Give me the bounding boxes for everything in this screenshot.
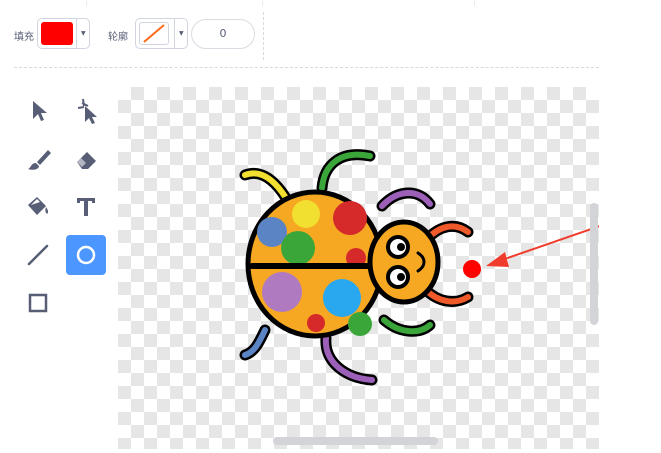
circle-tool-button[interactable] bbox=[66, 235, 106, 275]
eraser-tool-button[interactable] bbox=[66, 139, 106, 179]
arrow-icon bbox=[486, 252, 509, 267]
text-icon bbox=[77, 198, 95, 216]
eraser-icon bbox=[77, 152, 96, 169]
no-color-icon bbox=[143, 24, 165, 43]
outline-color-picker[interactable]: ▼ bbox=[135, 18, 188, 49]
rectangle-icon bbox=[28, 293, 48, 313]
reshape-icon bbox=[77, 98, 97, 124]
fill-color-picker[interactable]: ▼ bbox=[37, 18, 90, 49]
select-arrow-icon bbox=[33, 101, 47, 121]
reshape-tool-button[interactable] bbox=[66, 90, 106, 130]
toolbar-tick bbox=[262, 0, 263, 6]
ladybug-sprite bbox=[239, 149, 601, 386]
brush-icon bbox=[28, 150, 51, 170]
fill-bucket-icon bbox=[28, 197, 49, 215]
brush-tool-button[interactable] bbox=[18, 139, 58, 179]
chevron-down-icon[interactable]: ▼ bbox=[81, 30, 86, 37]
drawing-canvas[interactable] bbox=[118, 87, 601, 449]
select-tool-button[interactable] bbox=[18, 90, 58, 130]
outline-width-input[interactable]: 0 bbox=[191, 19, 255, 49]
drawn-red-dot bbox=[463, 260, 481, 278]
vertical-scrollbar[interactable] bbox=[590, 203, 598, 325]
chevron-down-icon[interactable]: ▼ bbox=[179, 30, 184, 37]
toolbar-tick bbox=[474, 0, 475, 6]
paint-toolbar: 填充 ▼ 轮廓 ▼ 0 bbox=[0, 0, 661, 68]
text-tool-button[interactable] bbox=[66, 187, 106, 227]
line-tool-button[interactable] bbox=[18, 235, 58, 275]
outline-label: 轮廓 bbox=[108, 32, 128, 43]
horizontal-scrollbar[interactable] bbox=[273, 437, 438, 445]
fill-tool-button[interactable] bbox=[18, 187, 58, 227]
toolbar-divider bbox=[263, 12, 264, 60]
toolbar-tick bbox=[86, 0, 87, 6]
outline-color-swatch[interactable] bbox=[139, 22, 169, 45]
fill-label: 填充 bbox=[14, 32, 34, 43]
circle-icon bbox=[76, 245, 96, 265]
fill-color-swatch[interactable] bbox=[41, 22, 73, 45]
line-icon bbox=[27, 244, 49, 266]
rectangle-tool-button[interactable] bbox=[18, 283, 58, 323]
toolbar-divider bbox=[14, 67, 599, 68]
